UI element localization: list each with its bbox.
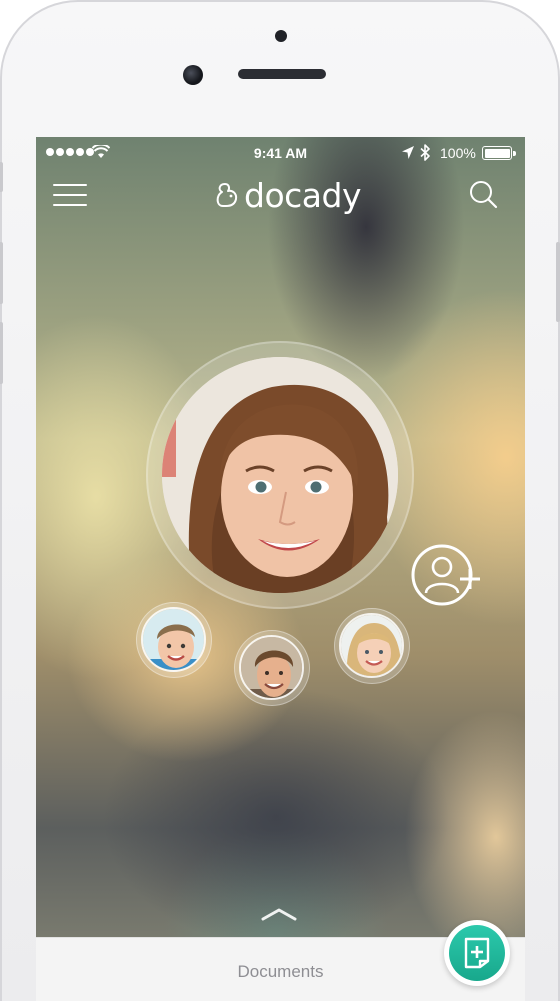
chevron-up-icon[interactable] <box>260 905 298 923</box>
member-boy-ring[interactable] <box>136 602 212 678</box>
add-person-icon[interactable] <box>410 543 484 607</box>
logo-text: docady <box>244 175 361 215</box>
squirrel-logo-icon <box>216 183 238 207</box>
add-document-icon <box>464 937 490 969</box>
location-arrow-icon <box>402 146 414 159</box>
member-man-ring[interactable] <box>234 630 310 706</box>
woman-portrait[interactable] <box>162 357 398 593</box>
search-icon[interactable] <box>468 179 498 209</box>
app-screen: 9:41 AM 100% docady Documents <box>36 137 525 1001</box>
main-profile-ring[interactable] <box>146 341 414 609</box>
girl-portrait[interactable] <box>339 613 404 678</box>
member-girl-ring[interactable] <box>334 608 410 684</box>
boy-face-illustration <box>143 609 204 670</box>
woman-face-illustration <box>162 357 398 593</box>
phone-power-button <box>556 242 560 322</box>
proximity-sensor <box>275 30 287 42</box>
battery-percent: 100% <box>440 145 476 161</box>
hamburger-menu-icon[interactable] <box>53 184 87 206</box>
app-logo: docady <box>214 175 361 215</box>
add-document-button-fill <box>449 925 505 981</box>
status-bar: 9:41 AM 100% <box>36 137 525 169</box>
bluetooth-icon <box>420 144 430 161</box>
man-face-illustration <box>241 637 302 698</box>
add-document-button[interactable] <box>444 920 510 986</box>
phone-volume-up <box>0 242 3 304</box>
earpiece-speaker <box>238 69 326 79</box>
man-portrait[interactable] <box>239 635 304 700</box>
front-camera <box>183 65 203 85</box>
girl-face-illustration <box>341 615 402 676</box>
phone-volume-down <box>0 322 3 384</box>
boy-portrait[interactable] <box>141 607 206 672</box>
battery-full-icon <box>482 146 516 160</box>
phone-silent-switch <box>0 162 3 192</box>
